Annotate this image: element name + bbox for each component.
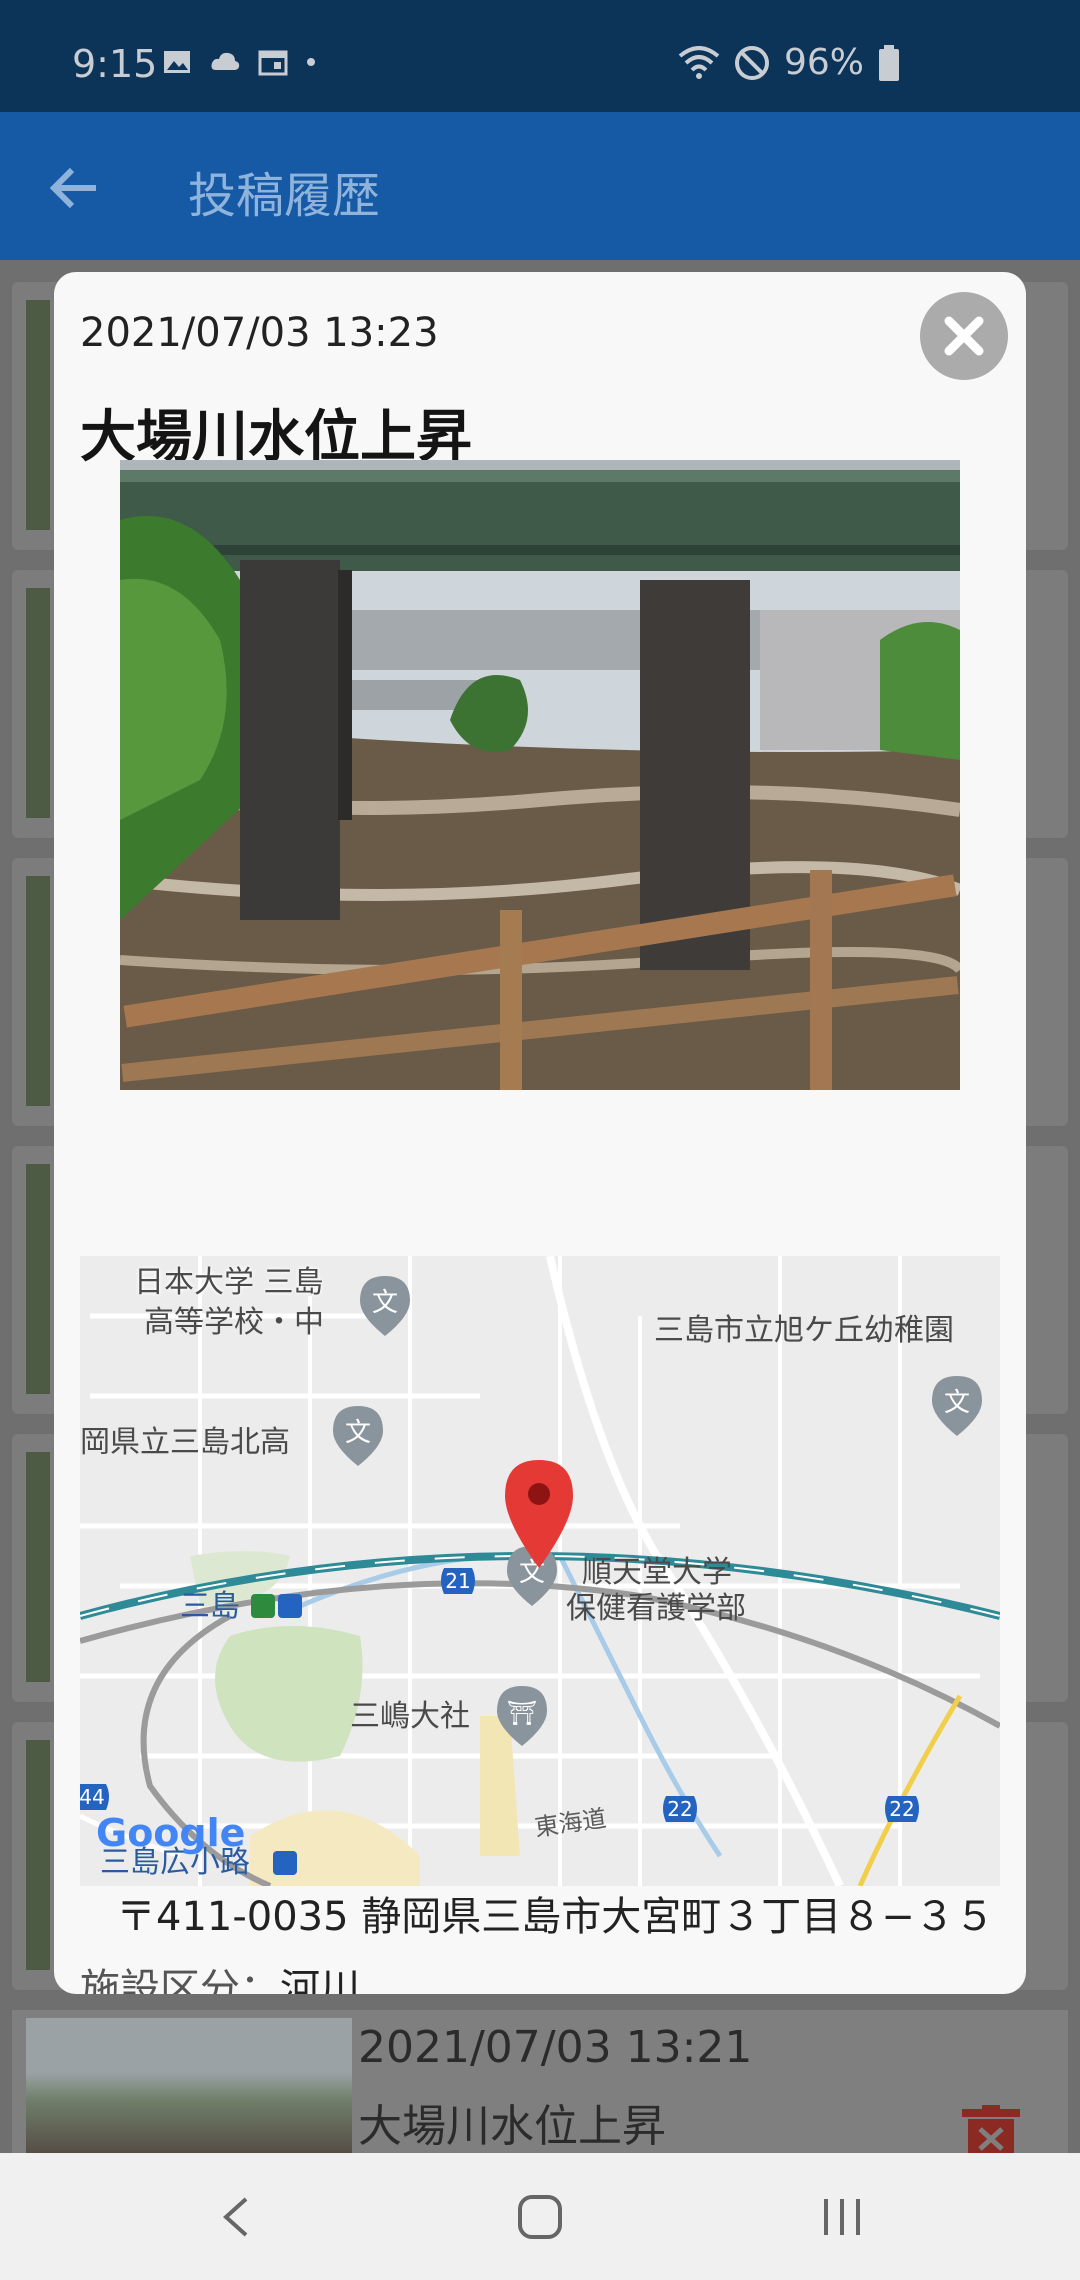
svg-text:高等学校・中: 高等学校・中	[144, 1305, 324, 1340]
nav-recents-icon[interactable]	[812, 2191, 872, 2243]
station-icon	[273, 1851, 297, 1875]
post-date: 2021/07/03 13:23	[80, 310, 439, 356]
svg-text:岡県立三島北高: 岡県立三島北高	[80, 1425, 290, 1460]
location-map[interactable]: 文 文 文 文 ⛩ 21 22 22 44 日本大学 三島 高等学校・中 三島市…	[80, 1256, 1000, 1886]
svg-text:21: 21	[445, 1569, 470, 1593]
facility-category: 施設区分：河川	[80, 1956, 360, 1994]
post-detail-dialog: 2021/07/03 13:23 大場川水位上昇 文 文 文 文 ⛩ 21 22…	[54, 272, 1026, 1994]
status-bar: 9:15 96%	[0, 0, 1080, 112]
svg-text:22: 22	[667, 1797, 692, 1821]
svg-text:保健看護学部: 保健看護学部	[566, 1591, 746, 1626]
app-bar: 投稿履歴	[0, 112, 1080, 260]
svg-text:文: 文	[372, 1288, 398, 1318]
status-notification-icons	[162, 48, 316, 76]
facility-label: 施設区分：	[80, 1966, 280, 1994]
road-badge: 44	[80, 1784, 109, 1810]
trash-icon[interactable]	[960, 2105, 1022, 2155]
svg-text:⛩: ⛩	[507, 1699, 537, 1727]
status-time: 9:15	[72, 42, 158, 86]
svg-text:文: 文	[944, 1388, 970, 1418]
do-not-disturb-icon	[734, 45, 769, 80]
cloud-icon	[211, 52, 240, 70]
facility-value: 河川	[280, 1966, 360, 1994]
svg-text:22: 22	[889, 1797, 914, 1821]
svg-text:44: 44	[80, 1785, 105, 1809]
road-badge: 21	[441, 1568, 475, 1594]
svg-text:三島市立旭ケ丘幼稚園: 三島市立旭ケ丘幼稚園	[654, 1313, 954, 1348]
list-item-date: 2021/07/03 13:21	[358, 2022, 753, 2073]
status-right: 96%	[678, 42, 900, 83]
calendar-icon	[258, 50, 288, 76]
list-item-title: 大場川水位上昇	[358, 2101, 666, 2152]
system-nav-bar	[0, 2153, 1080, 2280]
image-icon	[164, 51, 190, 73]
svg-text:順天堂大学: 順天堂大学	[582, 1555, 732, 1590]
list-thumbnail	[26, 1164, 50, 1394]
list-thumbnail	[26, 300, 50, 530]
list-thumbnail	[26, 1740, 50, 1970]
svg-text:日本大学 三島: 日本大学 三島	[134, 1265, 324, 1300]
battery-icon	[879, 44, 899, 81]
nav-back-icon[interactable]	[208, 2191, 268, 2243]
svg-text:文: 文	[345, 1418, 371, 1448]
svg-text:三島: 三島	[180, 1589, 240, 1624]
list-thumbnail	[26, 1452, 50, 1682]
road-badge: 22	[663, 1796, 697, 1822]
list-item[interactable]: 2021/07/03 13:21 大場川水位上昇	[12, 2010, 1068, 2155]
svg-text:三嶋大社: 三嶋大社	[350, 1699, 470, 1734]
dot-icon	[307, 58, 315, 66]
post-address: 〒411-0035 静岡県三島市大宮町３丁目８−３５	[116, 1894, 995, 1940]
wifi-icon	[678, 45, 720, 79]
list-thumbnail	[26, 876, 50, 1106]
post-photo	[120, 460, 960, 1090]
battery-percent: 96%	[783, 42, 864, 83]
back-arrow-icon[interactable]	[46, 160, 102, 216]
list-thumbnail	[26, 588, 50, 818]
list-thumbnail	[26, 2018, 352, 2155]
google-logo: Google	[96, 1811, 245, 1855]
road-badge: 22	[885, 1796, 919, 1822]
page-title: 投稿履歴	[188, 168, 381, 224]
nav-home-icon[interactable]	[510, 2191, 570, 2243]
close-icon	[944, 316, 984, 356]
close-button[interactable]	[920, 292, 1008, 380]
